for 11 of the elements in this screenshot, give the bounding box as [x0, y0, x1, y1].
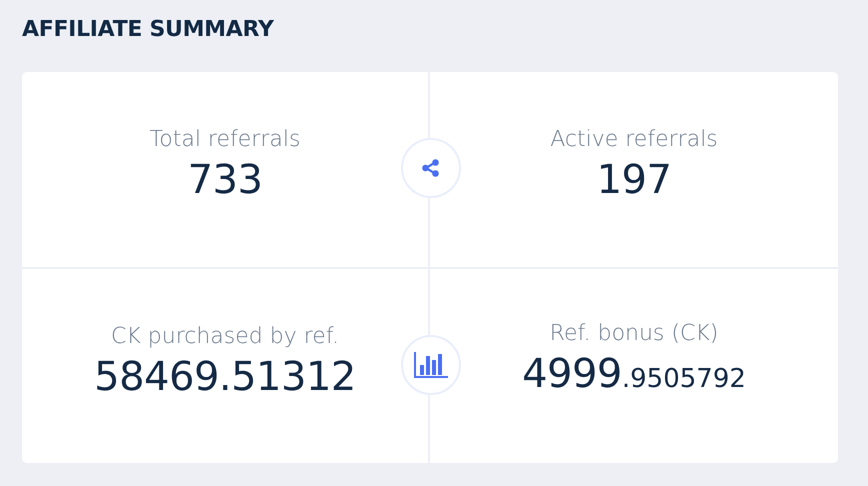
stat-value: 4999.9505792: [522, 350, 746, 400]
section-title: AFFILIATE SUMMARY: [22, 16, 275, 44]
share-icon: [421, 158, 441, 178]
stat-value: 197: [596, 156, 672, 206]
stat-value: 733: [188, 156, 262, 206]
stat-label: Ref. bonus (CK): [550, 320, 718, 348]
stat-label: Total referrals: [150, 126, 300, 154]
stat-label: CK purchased by ref.: [111, 322, 339, 351]
stat-label: Active referrals: [550, 126, 718, 154]
stat-value: 58469.51312: [94, 352, 356, 402]
bar-chart-icon: [414, 352, 448, 378]
